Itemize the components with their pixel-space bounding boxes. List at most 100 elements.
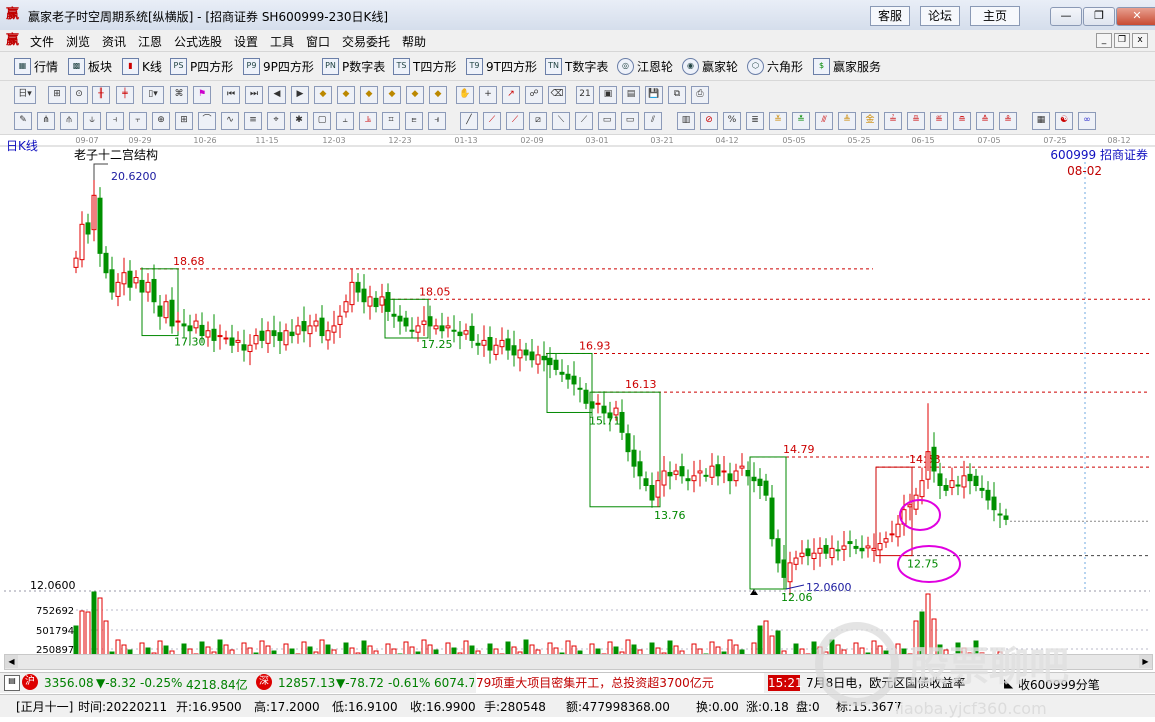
- channel-icon[interactable]: ⫟: [129, 112, 147, 130]
- candles-icon[interactable]: ╫: [92, 86, 110, 104]
- tool-winner-service[interactable]: $ 赢家服务: [813, 57, 881, 75]
- trend-4-icon[interactable]: ⧄: [529, 112, 547, 130]
- chart-type-dropdown-icon[interactable]: ▯▾: [142, 86, 164, 104]
- close-button[interactable]: ✕: [1116, 7, 1155, 26]
- gold-3-icon[interactable]: ⫻: [815, 112, 833, 130]
- tool-p-number-table[interactable]: PN P数字表: [322, 57, 385, 75]
- forum-link[interactable]: 论坛: [920, 6, 960, 26]
- scroll-left-icon[interactable]: ◀: [5, 655, 18, 668]
- panel-toggle-icon[interactable]: ▤: [4, 675, 20, 691]
- chart-scrollbar[interactable]: ◀ ▶: [4, 654, 1153, 670]
- save-icon[interactable]: 💾: [645, 86, 663, 104]
- menu-help[interactable]: 帮助: [402, 33, 426, 50]
- gold-9-icon[interactable]: ≘: [953, 112, 971, 130]
- gold-10-icon[interactable]: ≙: [976, 112, 994, 130]
- mdi-minimize-button[interactable]: _: [1096, 33, 1112, 48]
- formula-icon[interactable]: ⌘: [170, 86, 188, 104]
- diamond-1-icon[interactable]: ◆: [314, 86, 332, 104]
- box-icon[interactable]: ▢: [313, 112, 331, 130]
- tool-winner-wheel[interactable]: ◉ 赢家轮: [682, 57, 738, 75]
- hand-icon[interactable]: ✋: [456, 86, 474, 104]
- list-icon[interactable]: ▤: [622, 86, 640, 104]
- window-icon[interactable]: ▣: [599, 86, 617, 104]
- trend-2-icon[interactable]: ⟋: [483, 112, 501, 130]
- minimize-button[interactable]: —: [1050, 7, 1082, 26]
- calendar-icon[interactable]: 21: [576, 86, 594, 104]
- flag-icon[interactable]: ⚑: [193, 86, 211, 104]
- mdi-close-button[interactable]: x: [1132, 33, 1148, 48]
- eraser-icon[interactable]: ⌫: [548, 86, 566, 104]
- arc-icon[interactable]: ⌒: [198, 112, 216, 130]
- line-tool-icon[interactable]: ↗: [502, 86, 520, 104]
- gold-7-icon[interactable]: ≞: [907, 112, 925, 130]
- trend-1-icon[interactable]: ╱: [460, 112, 478, 130]
- menu-settings[interactable]: 设置: [234, 33, 258, 50]
- bars-2-icon[interactable]: ≣: [746, 112, 764, 130]
- kline-chart[interactable]: 09-07 09-29 10-26 11-15 12-03 12-23 01-13 02-09…: [0, 134, 1155, 667]
- screenshot-icon[interactable]: ⊞: [48, 86, 66, 104]
- gann-fan-icon[interactable]: ⫛: [60, 112, 78, 130]
- fib-icon[interactable]: ≡: [244, 112, 262, 130]
- gold-5-icon[interactable]: 金: [861, 112, 879, 130]
- target-icon[interactable]: ⌖: [267, 112, 285, 130]
- copy-icon[interactable]: ⧉: [668, 86, 686, 104]
- tool-p-square[interactable]: PS P四方形: [170, 57, 233, 75]
- taiji-icon[interactable]: ☯: [1055, 112, 1073, 130]
- diamond-2-icon[interactable]: ◆: [337, 86, 355, 104]
- grid-line-icon[interactable]: ⊞: [175, 112, 193, 130]
- ray-icon[interactable]: ⫞: [106, 112, 124, 130]
- pen-icon[interactable]: ✎: [14, 112, 32, 130]
- home-link[interactable]: 主页: [970, 6, 1020, 26]
- bars-icon[interactable]: ╪: [116, 86, 134, 104]
- news-ticker-2[interactable]: 7月8日电，欧元区国债收益率: [806, 673, 996, 693]
- diamond-6-icon[interactable]: ◆: [429, 86, 447, 104]
- menu-gann[interactable]: 江恩: [138, 33, 162, 50]
- tool-9t-square[interactable]: T9 9T四方形: [466, 57, 537, 75]
- menu-info[interactable]: 资讯: [102, 33, 126, 50]
- scroll-right-icon[interactable]: ▶: [1139, 655, 1152, 668]
- ruler-icon[interactable]: ⫡: [359, 112, 377, 130]
- tool-hexagon[interactable]: ⬡ 六角形: [747, 57, 803, 75]
- gold-2-icon[interactable]: ≛: [792, 112, 810, 130]
- cycle-icon[interactable]: ⊕: [152, 112, 170, 130]
- diamond-4-icon[interactable]: ◆: [383, 86, 401, 104]
- gold-6-icon[interactable]: ≟: [884, 112, 902, 130]
- parallel-icon[interactable]: ⫽: [644, 112, 662, 130]
- diamond-5-icon[interactable]: ◆: [406, 86, 424, 104]
- tool-gann-wheel[interactable]: ◎ 江恩轮: [617, 57, 673, 75]
- menu-trade[interactable]: 交易委托: [342, 33, 390, 50]
- print-icon[interactable]: ⎙: [691, 86, 709, 104]
- gold-4-icon[interactable]: ≜: [838, 112, 856, 130]
- tool-sectors[interactable]: ▩ 板块: [68, 57, 112, 75]
- trend-5-icon[interactable]: ⟍: [552, 112, 570, 130]
- square-tool-icon[interactable]: ⌗: [382, 112, 400, 130]
- prev-icon[interactable]: ◀: [268, 86, 286, 104]
- gold-1-icon[interactable]: ≚: [769, 112, 787, 130]
- rect-icon[interactable]: ▭: [598, 112, 616, 130]
- table-icon[interactable]: ▥: [677, 112, 695, 130]
- infinity-icon[interactable]: ∞: [1078, 112, 1096, 130]
- layout-grid-icon[interactable]: ▦: [1032, 112, 1050, 130]
- tool-t-number-table[interactable]: TN T数字表: [545, 57, 608, 75]
- mdi-restore-button[interactable]: ❐: [1114, 33, 1130, 48]
- menu-browse[interactable]: 浏览: [66, 33, 90, 50]
- news-ticker[interactable]: 79项重大项目密集开工，总投资超3700亿元: [476, 673, 764, 693]
- gold-8-icon[interactable]: ≝: [930, 112, 948, 130]
- gold-11-icon[interactable]: ≗: [999, 112, 1017, 130]
- rect-2-icon[interactable]: ▭: [621, 112, 639, 130]
- period-dropdown-icon[interactable]: 日▾: [14, 86, 36, 104]
- diamond-3-icon[interactable]: ◆: [360, 86, 378, 104]
- restore-button[interactable]: ❐: [1083, 7, 1115, 26]
- trident-icon[interactable]: ⫝: [83, 112, 101, 130]
- comb-icon[interactable]: ⫢: [405, 112, 423, 130]
- trend-3-icon[interactable]: ⟋: [506, 112, 524, 130]
- customer-service-link[interactable]: 客服: [870, 6, 910, 26]
- next-icon[interactable]: ▶: [291, 86, 309, 104]
- tool-kline[interactable]: ▮ K线: [122, 57, 162, 75]
- menu-formula-select[interactable]: 公式选股: [174, 33, 222, 50]
- tool-t-square[interactable]: TS T四方形: [393, 57, 456, 75]
- tool-quotes[interactable]: ▦ 行情: [14, 57, 58, 75]
- tick-watch-label[interactable]: 收600999分笔: [1018, 676, 1100, 693]
- stock-info-icon[interactable]: ⊙: [70, 86, 88, 104]
- crosshair-icon[interactable]: +: [479, 86, 497, 104]
